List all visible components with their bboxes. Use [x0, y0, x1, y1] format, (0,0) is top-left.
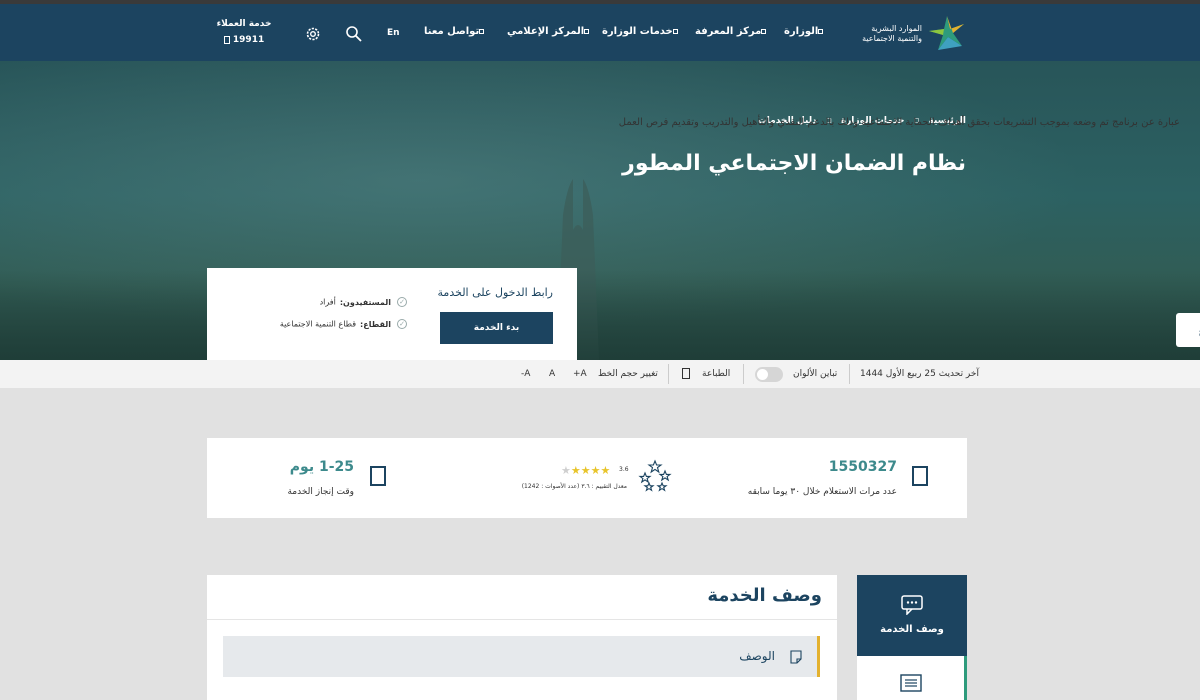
star-filled-icon: ★: [580, 464, 591, 477]
service-access-title: رابط الدخول على الخدمة: [437, 286, 553, 299]
sector-value: قطاع التنمية الاجتماعية: [279, 319, 357, 329]
note-icon: [790, 650, 802, 664]
side-menu-item-next[interactable]: [857, 656, 967, 700]
section-title: وصف الخدمة: [707, 585, 822, 606]
customer-service-label: خدمة العملاء: [216, 19, 272, 29]
chevron-down-icon: [761, 28, 767, 34]
check-circle-icon: ✓: [397, 319, 407, 329]
nav-item-media[interactable]: المركز الإعلامي: [507, 26, 592, 42]
service-description-card: وصف الخدمة الوصف: [207, 575, 837, 700]
toolbar-divider: [743, 364, 744, 384]
side-menu-label: وصف الخدمة: [880, 624, 944, 635]
inquiries-label: عدد مرات الاستعلام خلال ٣٠ يوما سابقه: [747, 487, 897, 497]
customer-service-number: 19911: [232, 35, 265, 45]
nav-label: خدمات الوزارة: [602, 26, 673, 37]
service-stats-card: [207, 438, 967, 518]
inquiries-number: 1550327: [828, 459, 897, 475]
customer-service[interactable]: خدمة العملاء 19911: [216, 16, 272, 48]
chat-icon: [901, 595, 923, 615]
nav-label: المركز الإعلامي: [507, 26, 585, 37]
toolbar-divider: [668, 364, 669, 384]
description-accordion-header[interactable]: الوصف: [223, 636, 820, 677]
nav-label: الوزارة: [784, 26, 819, 37]
last-update: آخر تحديث 25 ربيع الأول 1444: [860, 369, 979, 379]
nav-item-ministry[interactable]: الوزارة: [784, 26, 826, 42]
nav-label: مركز المعرفة: [695, 26, 762, 37]
sector-row: ✓ القطاع:قطاع التنمية الاجتماعية: [280, 319, 407, 329]
description-label: الوصف: [739, 649, 775, 663]
rating-stars: ★★★★★: [561, 464, 610, 477]
document-icon: [900, 674, 922, 692]
rating-label: معدل التقييم : ٣.٦ (عدد الأصوات : 1242): [521, 483, 627, 490]
beneficiaries-value: أفراد: [319, 297, 336, 307]
contrast-toggle[interactable]: [755, 367, 783, 382]
chevron-down-icon: [672, 28, 678, 34]
beneficiaries-label: المستفيدون:: [339, 297, 391, 307]
contrast-label: تباين الألوان: [793, 369, 838, 379]
nav-item-contact[interactable]: تواصل معنا: [424, 26, 487, 42]
gear-icon[interactable]: [304, 25, 322, 43]
city-skyline: [0, 270, 1200, 360]
logo-star-icon: [929, 16, 964, 50]
logo-line-1: الموارد البشرية: [871, 24, 922, 33]
side-feedback-tab[interactable]: ع: [1176, 313, 1200, 347]
duration-label: وقت إنجاز الخدمة: [287, 487, 354, 497]
sector-label: القطاع:: [360, 319, 391, 329]
hero-banner: الرئيسية▫خدمات الوزارة▫دليل الخدمات نظام…: [0, 61, 1200, 360]
font-normal-button[interactable]: A: [549, 369, 555, 379]
logo-line-2: والتنمية الاجتماعية: [862, 34, 922, 43]
star-filled-icon: ★: [590, 464, 601, 477]
accessibility-toolbar: آخر تحديث 25 ربيع الأول 1444 تباين الألو…: [0, 360, 1200, 388]
font-decrease-button[interactable]: A-: [521, 369, 530, 379]
chevron-down-icon: [584, 28, 590, 34]
star-empty-icon: ★: [561, 464, 571, 477]
logo-text: الموارد البشرية والتنمية الاجتماعية: [852, 24, 922, 44]
inquiries-icon: [912, 466, 928, 486]
star-filled-icon: ★: [600, 464, 611, 477]
language-switch[interactable]: En: [387, 28, 400, 38]
site-header: الموارد البشرية والتنمية الاجتماعية الوز…: [0, 4, 1200, 61]
title-divider: [207, 619, 837, 620]
page-title: نظام الضمان الاجتماعي المطور: [622, 151, 966, 176]
chevron-down-icon: [818, 28, 824, 34]
phone-icon: [223, 35, 230, 44]
nav-label: تواصل معنا: [424, 26, 480, 37]
duration-icon: [370, 466, 386, 486]
rating-stars-icon: [638, 459, 672, 492]
chevron-down-icon: [479, 28, 485, 34]
search-icon[interactable]: [345, 25, 363, 43]
beneficiaries-row: ✓ المستفيدون:أفراد: [320, 297, 407, 307]
print-icon[interactable]: [682, 368, 690, 379]
nav-item-knowledge[interactable]: مركز المعرفة: [695, 26, 769, 42]
side-menu-item-description[interactable]: وصف الخدمة: [857, 575, 967, 656]
check-circle-icon: ✓: [397, 297, 407, 307]
ministry-logo[interactable]: الموارد البشرية والتنمية الاجتماعية: [856, 14, 968, 52]
service-access-box: رابط الدخول على الخدمة بدء الخدمة ✓ المست…: [207, 268, 577, 360]
customer-service-number-row: 19911: [216, 32, 272, 48]
nav-item-services[interactable]: خدمات الوزارة: [602, 26, 681, 42]
print-label[interactable]: الطباعة: [702, 369, 730, 379]
start-service-button[interactable]: بدء الخدمة: [440, 312, 553, 344]
font-size-label: تغيير حجم الخط: [598, 369, 658, 379]
toolbar-divider: [849, 364, 850, 384]
description-text: عبارة عن برنامج تم وضعه بموجب التشريعات …: [618, 117, 1180, 128]
service-side-menu: وصف الخدمة: [857, 575, 967, 700]
toggle-knob: [757, 369, 768, 380]
rating-value: 3.6: [619, 466, 629, 473]
duration-number: 1-25 يوم: [289, 459, 354, 475]
star-filled-icon: ★: [570, 464, 581, 477]
font-increase-button[interactable]: A+: [573, 369, 587, 379]
